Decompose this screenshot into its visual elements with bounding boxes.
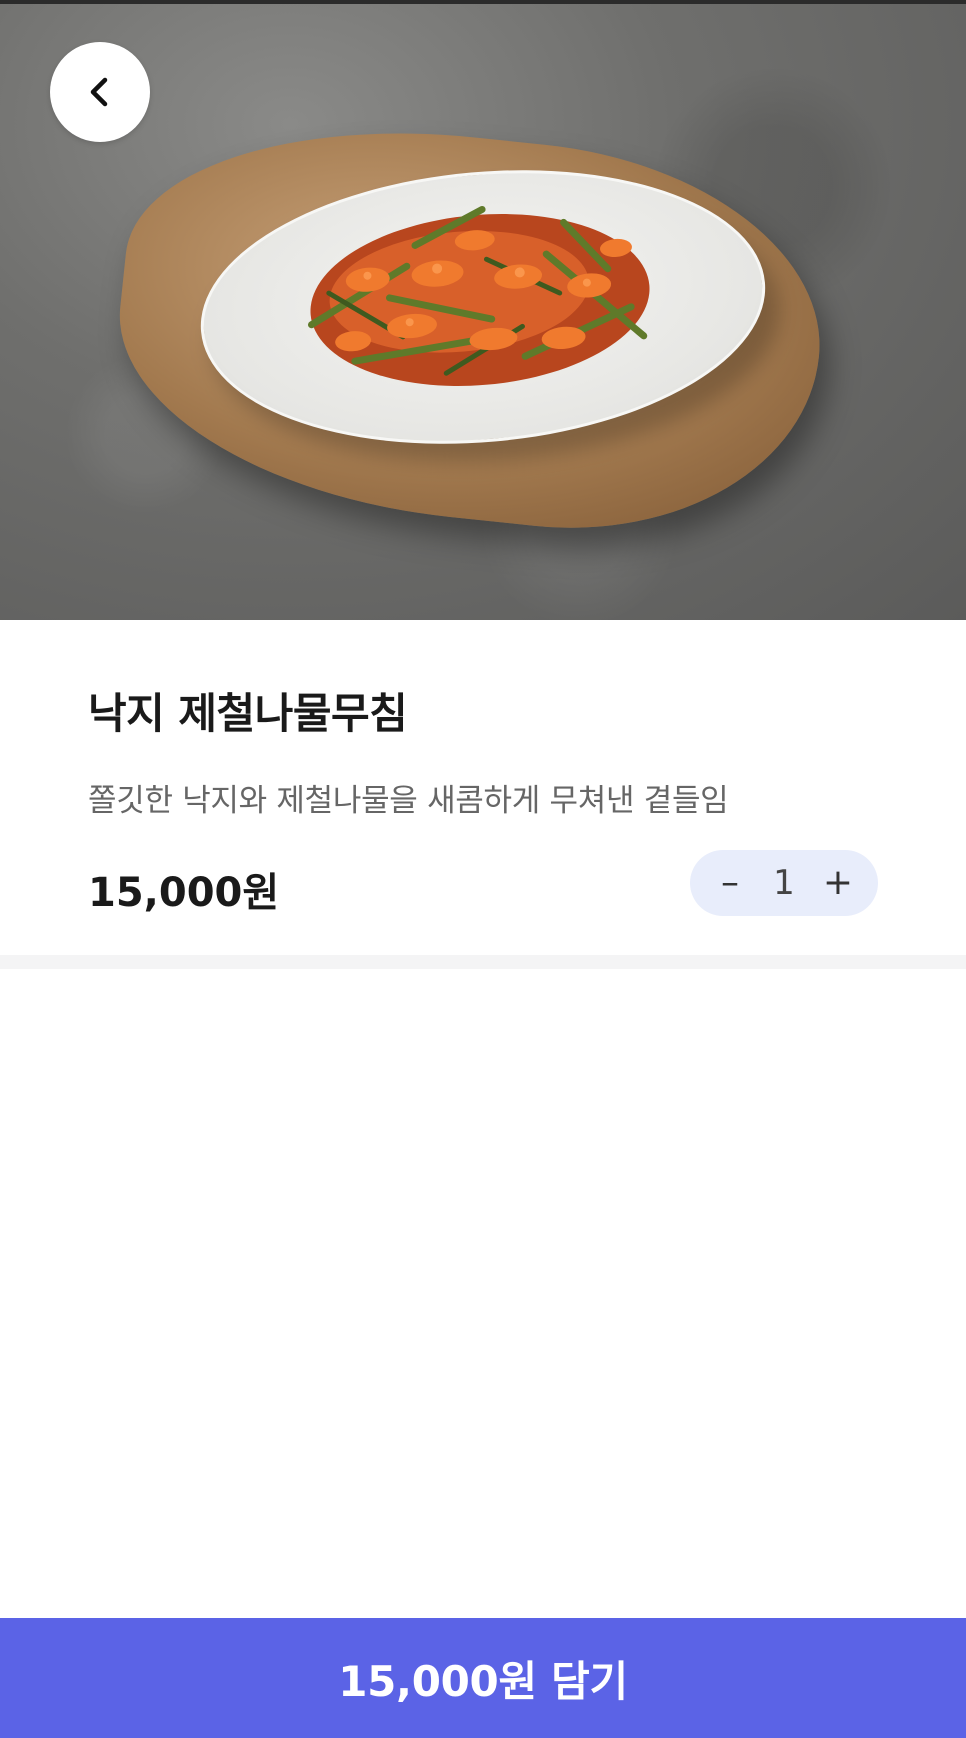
add-to-cart-label: 15,000원 담기: [338, 1656, 628, 1706]
section-divider: [0, 955, 966, 969]
status-bar-edge: [0, 0, 966, 4]
product-title: 낙지 제철나물무침: [88, 689, 408, 738]
chevron-left-icon: [90, 77, 108, 107]
quantity-stepper: – 1 +: [690, 850, 878, 916]
plus-button[interactable]: +: [820, 865, 856, 901]
quantity-value: 1: [773, 863, 795, 903]
add-to-cart-button[interactable]: 15,000원 담기: [0, 1618, 966, 1738]
product-price: 15,000원: [88, 870, 280, 916]
product-image: [0, 0, 966, 620]
food-illustration: [308, 205, 650, 386]
back-button[interactable]: [50, 42, 150, 142]
minus-button[interactable]: –: [712, 865, 748, 901]
product-description: 쫄깃한 낙지와 제철나물을 새콤하게 무쳐낸 곁들임: [88, 783, 729, 819]
